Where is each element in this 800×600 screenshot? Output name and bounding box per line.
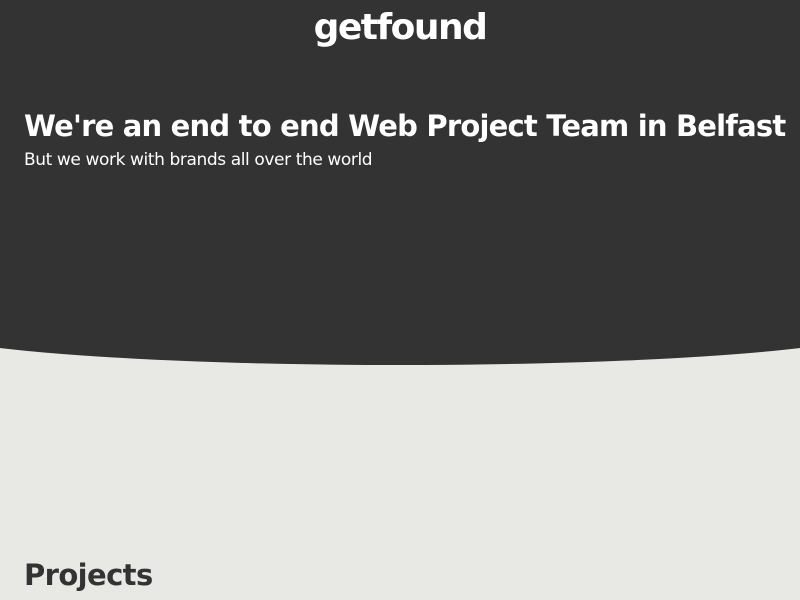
hero-curved-edge (0, 290, 800, 400)
hero-headline: We're an end to end Web Project Team in … (24, 109, 786, 143)
logo-link[interactable]: getfound (0, 4, 800, 52)
hero-subheadline: But we work with brands all over the wor… (24, 150, 373, 170)
projects-heading: Projects (24, 558, 153, 592)
hero-curve-shape (0, 290, 800, 365)
